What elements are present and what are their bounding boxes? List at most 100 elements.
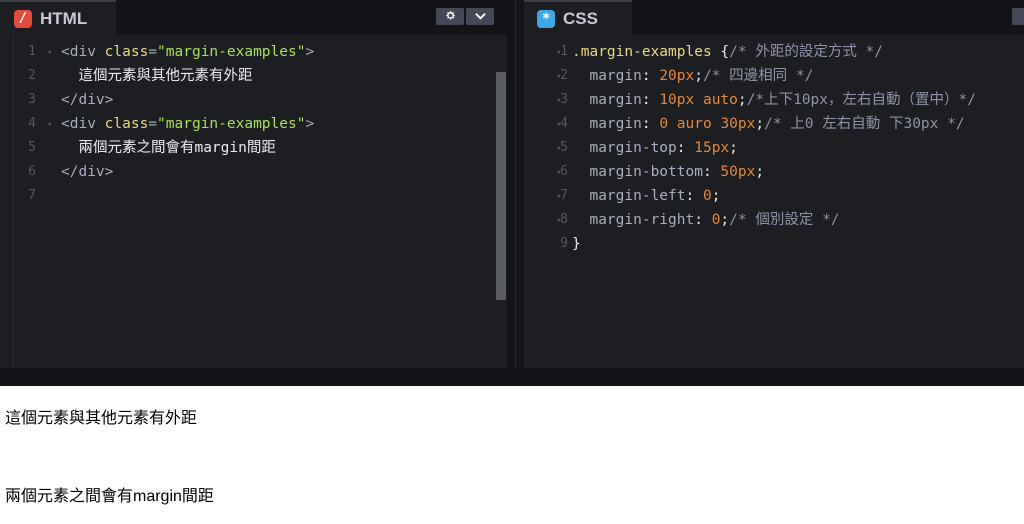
line-number: 1 bbox=[28, 44, 36, 59]
line-number: 3 bbox=[28, 92, 36, 107]
code-token: margin bbox=[572, 92, 642, 108]
code-token: margin-right bbox=[572, 212, 695, 228]
code-text: margin: 20px;/* 四邊相同 */ bbox=[572, 64, 813, 88]
code-token: ; bbox=[755, 116, 765, 132]
fold-arrow-icon[interactable]: ▾ bbox=[47, 113, 52, 137]
code-token: : bbox=[676, 140, 695, 156]
code-token: "margin-examples" bbox=[157, 116, 306, 132]
tab-css[interactable]: * CSS bbox=[524, 0, 632, 35]
line-number: 2 bbox=[560, 68, 568, 83]
code-token: 50px bbox=[720, 164, 756, 180]
fold-arrow-icon[interactable]: ▾ bbox=[556, 137, 561, 161]
code-token: } bbox=[572, 236, 581, 252]
html-code-area[interactable]: 1 ▾ <div class="margin-examples"> 2 這個元素與其他… bbox=[0, 35, 507, 368]
code-line: 3 </div> bbox=[0, 88, 507, 112]
fold-arrow-icon[interactable]: ▾ bbox=[556, 209, 561, 233]
code-token: ; bbox=[694, 68, 703, 84]
code-token: <div bbox=[61, 116, 105, 132]
css-tab-title: CSS bbox=[563, 8, 598, 28]
fold-arrow-icon[interactable]: ▾ bbox=[556, 161, 561, 185]
code-token: ; bbox=[729, 140, 738, 156]
code-token: = bbox=[148, 44, 158, 60]
html-settings-button[interactable] bbox=[436, 8, 464, 25]
code-token: /* 上0 左右自動 下30px */ bbox=[764, 116, 965, 132]
code-line: 8 ▾ margin-right: 0;/* 個別設定 */ bbox=[524, 208, 1024, 232]
code-line: 2 ▾ margin: 20px;/* 四邊相同 */ bbox=[524, 64, 1024, 88]
code-token: : bbox=[694, 212, 712, 228]
css-pane-header: * CSS bbox=[524, 0, 1024, 35]
pane-resizer[interactable] bbox=[507, 0, 524, 368]
line-number: 7 bbox=[560, 188, 568, 203]
fold-arrow-icon[interactable]: ▾ bbox=[556, 185, 561, 209]
code-line: 7 ▾ margin-left: 0; bbox=[524, 184, 1024, 208]
code-line: 9} bbox=[524, 232, 1024, 256]
code-token: auto bbox=[702, 92, 738, 108]
line-number: 6 bbox=[28, 164, 36, 179]
css-code-lines: 1 ▾ .margin-examples {/* 外距的設定方式 */2 ▾ marg… bbox=[524, 40, 1024, 256]
html-editor-pane: / HTML 1 ▾ <div class="margin-examples"> 2 … bbox=[0, 0, 507, 368]
code-text: 兩個元素之間會有margin間距 bbox=[61, 136, 275, 160]
code-line: 2 這個元素與其他元素有外距 bbox=[0, 64, 507, 88]
code-text: <div class="margin-examples"> bbox=[61, 40, 314, 64]
chevron-down-icon bbox=[474, 10, 486, 23]
code-token: = bbox=[148, 116, 158, 132]
code-text: margin-right: 0;/* 個別設定 */ bbox=[572, 208, 839, 232]
line-number: 4 bbox=[560, 116, 568, 131]
line-number: 2 bbox=[28, 68, 36, 83]
code-text: </div> bbox=[61, 160, 113, 184]
code-token: <div bbox=[61, 44, 105, 60]
code-line: 4 ▾ margin: 0 auro 30px;/* 上0 左右自動 下30px … bbox=[524, 112, 1024, 136]
preview-text-2: 兩個元素之間會有margin間距 bbox=[5, 488, 214, 505]
code-line: 4 ▾ <div class="margin-examples"> bbox=[0, 112, 507, 136]
fold-arrow-icon[interactable]: ▾ bbox=[556, 65, 561, 89]
code-line: 5 兩個元素之間會有margin間距 bbox=[0, 136, 507, 160]
code-text: } bbox=[572, 232, 581, 256]
code-line: 7 bbox=[0, 184, 507, 208]
code-text: </div> bbox=[61, 88, 113, 112]
html-badge-icon: / bbox=[14, 9, 32, 28]
html-collapse-button[interactable] bbox=[466, 8, 494, 25]
css-code-area[interactable]: 1 ▾ .margin-examples {/* 外距的設定方式 */2 ▾ marg… bbox=[524, 35, 1024, 368]
code-token: 0 bbox=[659, 116, 669, 132]
code-token: : bbox=[641, 68, 660, 84]
code-token: .margin-examples bbox=[572, 44, 721, 60]
code-token: /* 四邊相同 */ bbox=[702, 68, 814, 84]
code-token: /*上下10px，左右自動（置中）*/ bbox=[746, 92, 976, 108]
code-text: 這個元素與其他元素有外距 bbox=[61, 64, 252, 88]
code-token: 20px bbox=[659, 68, 695, 84]
code-token: 這個元素與其他元素有外距 bbox=[61, 68, 253, 84]
code-token: { bbox=[720, 44, 730, 60]
code-token: margin bbox=[572, 68, 642, 84]
editor-area: / HTML 1 ▾ <div class="margin-examples"> 2 … bbox=[0, 0, 1024, 386]
code-token: margin bbox=[572, 116, 642, 132]
code-token: auro bbox=[676, 116, 712, 132]
code-token: ; bbox=[737, 92, 747, 108]
preview-divider[interactable] bbox=[0, 368, 1024, 386]
resizer-line bbox=[515, 0, 516, 368]
code-token: margin-left bbox=[572, 188, 686, 204]
code-text: .margin-examples {/* 外距的設定方式 */ bbox=[572, 40, 883, 64]
html-scrollbar[interactable] bbox=[496, 72, 506, 300]
code-line: 1 ▾ <div class="margin-examples"> bbox=[0, 40, 507, 64]
css-settings-button[interactable] bbox=[1012, 8, 1024, 25]
code-token: : bbox=[641, 92, 660, 108]
fold-arrow-icon[interactable]: ▾ bbox=[556, 41, 561, 65]
html-tab-title: HTML bbox=[40, 8, 88, 28]
fold-arrow-icon[interactable]: ▾ bbox=[556, 89, 561, 113]
code-token: class bbox=[104, 44, 149, 60]
gear-icon bbox=[445, 10, 456, 24]
tab-html[interactable]: / HTML bbox=[0, 0, 116, 35]
line-number: 7 bbox=[28, 188, 36, 203]
fold-arrow-icon[interactable]: ▾ bbox=[47, 41, 52, 65]
code-text: <div class="margin-examples"> bbox=[61, 112, 314, 136]
line-number: 4 bbox=[28, 116, 36, 131]
code-token: : bbox=[685, 188, 703, 204]
html-pane-header: / HTML bbox=[0, 0, 507, 35]
code-token: ; bbox=[720, 212, 730, 228]
code-line: 5 ▾ margin-top: 15px; bbox=[524, 136, 1024, 160]
code-token: > bbox=[305, 44, 315, 60]
code-token: "margin-examples" bbox=[157, 44, 306, 60]
fold-arrow-icon[interactable]: ▾ bbox=[556, 113, 561, 137]
line-number: 5 bbox=[560, 140, 568, 155]
